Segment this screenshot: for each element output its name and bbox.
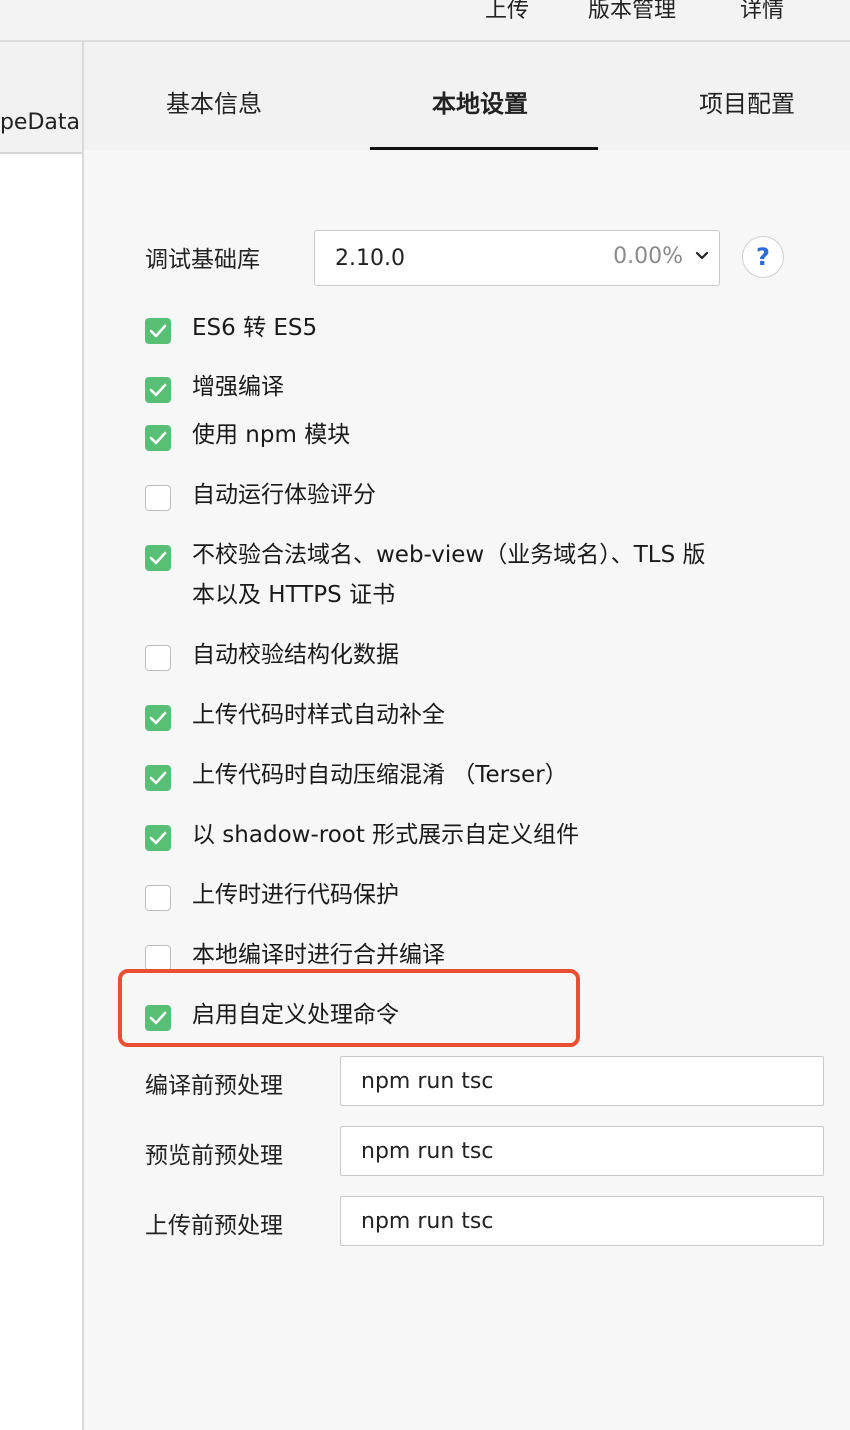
checkbox-code-protection[interactable] <box>145 885 171 911</box>
option-label: ES6 转 ES5 <box>192 315 318 341</box>
settings-panel: 基本信息 本地设置 项目配置 调试基础库 2.10.0 0.00% ? ES6 … <box>84 42 850 1430</box>
compile-preprocess-label: 编译前预处理 <box>145 1073 283 1099</box>
help-icon[interactable]: ? <box>742 236 784 278</box>
debug-lib-label: 调试基础库 <box>145 247 260 273</box>
checkbox-merge-compile[interactable] <box>145 945 171 971</box>
active-tab-indicator <box>370 147 598 150</box>
checkbox-shadow-root[interactable] <box>145 825 171 851</box>
upload-button[interactable]: 上传 <box>485 0 529 24</box>
left-panel: ppeData <box>0 42 84 1430</box>
compile-preprocess-input[interactable] <box>340 1056 824 1106</box>
tab-local-settings[interactable]: 本地设置 <box>432 84 528 119</box>
debug-lib-value: 2.10.0 <box>335 246 405 271</box>
details-button[interactable]: 详情 <box>740 0 784 24</box>
chevron-down-icon <box>695 251 709 260</box>
checkbox-skip-domain-check[interactable] <box>145 545 171 571</box>
left-tabbar: ppeData <box>0 42 82 154</box>
checkbox-custom-commands[interactable] <box>145 1005 171 1031</box>
option-label: 使用 npm 模块 <box>192 422 351 448</box>
upload-preprocess-label: 上传前预处理 <box>145 1213 283 1239</box>
checkbox-enhanced-compile[interactable] <box>145 377 171 403</box>
checkbox-style-autocomplete[interactable] <box>145 705 171 731</box>
check-icon <box>149 831 167 845</box>
left-tab-label[interactable]: ppeData <box>0 110 80 135</box>
preview-preprocess-label: 预览前预处理 <box>145 1143 283 1169</box>
option-label: 启用自定义处理命令 <box>192 1002 399 1028</box>
check-icon <box>149 551 167 565</box>
option-label: 上传代码时自动压缩混淆 （Terser） <box>192 762 568 788</box>
checkbox-es6-to-es5[interactable] <box>145 318 171 344</box>
check-icon <box>149 1011 167 1025</box>
debug-lib-select[interactable]: 2.10.0 0.00% <box>314 230 720 286</box>
check-icon <box>149 771 167 785</box>
checkbox-auto-audit[interactable] <box>145 485 171 511</box>
tab-basic-info[interactable]: 基本信息 <box>166 84 262 119</box>
upload-preprocess-input[interactable] <box>340 1196 824 1246</box>
check-icon <box>149 383 167 397</box>
settings-tabs: 基本信息 本地设置 项目配置 <box>84 42 850 150</box>
option-label-line2: 本以及 HTTPS 证书 <box>192 582 396 608</box>
option-label: 增强编译 <box>192 374 284 400</box>
checkbox-use-npm[interactable] <box>145 425 171 451</box>
option-label: 以 shadow-root 形式展示自定义组件 <box>192 822 580 848</box>
debug-lib-percent: 0.00% <box>613 244 683 269</box>
checkbox-terser-minify[interactable] <box>145 765 171 791</box>
option-label: 上传代码时样式自动补全 <box>192 702 445 728</box>
option-label: 不校验合法域名、web-view（业务域名）、TLS 版 <box>192 542 706 568</box>
checkbox-auto-structured-data[interactable] <box>145 645 171 671</box>
check-icon <box>149 431 167 445</box>
check-icon <box>149 324 167 338</box>
option-label: 上传时进行代码保护 <box>192 882 399 908</box>
tab-project-config[interactable]: 项目配置 <box>699 84 795 119</box>
option-label: 自动校验结构化数据 <box>192 642 399 668</box>
check-icon <box>149 711 167 725</box>
top-toolbar: 上传 版本管理 详情 <box>0 0 850 42</box>
option-label: 自动运行体验评分 <box>192 482 376 508</box>
version-management-button[interactable]: 版本管理 <box>588 0 676 24</box>
preview-preprocess-input[interactable] <box>340 1126 824 1176</box>
